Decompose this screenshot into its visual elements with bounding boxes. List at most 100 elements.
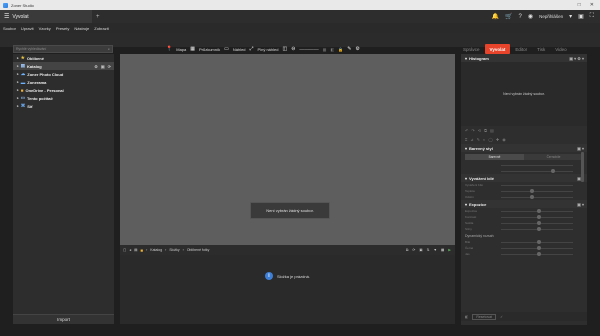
tab-editor[interactable]: Editor xyxy=(510,44,532,54)
chevron-down-icon[interactable]: ▾ xyxy=(569,13,572,20)
sort-icon[interactable]: ⇅ xyxy=(427,248,430,252)
sidebar-item-tento-pocitac[interactable]: ▸ ▭ Tento počítač xyxy=(13,94,114,102)
contrast-slider[interactable] xyxy=(501,215,573,219)
chevron-down-icon[interactable]: ▾ xyxy=(465,56,467,61)
menu-item-vzorky[interactable]: Vzorky xyxy=(39,26,51,31)
intensity-slider[interactable] xyxy=(501,169,573,173)
fullview-button[interactable]: Plný náhled xyxy=(258,47,279,52)
brightness-row[interactable]: Jas xyxy=(461,251,587,257)
tab-tisk[interactable]: Tisk xyxy=(532,44,550,54)
export-icon[interactable]: ▶ xyxy=(448,248,451,252)
chevron-right-icon[interactable]: ▸ xyxy=(17,72,19,76)
sidebar-item-zoner-cloud[interactable]: ▸ ☁ Zoner Photo Cloud xyxy=(13,70,114,78)
radial-icon[interactable]: ◯ xyxy=(488,137,492,142)
compare-icon[interactable]: ◧ xyxy=(330,47,334,52)
folder-icon[interactable]: ▣ xyxy=(101,64,105,69)
exposure-slider[interactable] xyxy=(501,209,573,213)
chevron-down-icon[interactable]: ▾ xyxy=(465,176,467,181)
menu-item-nastroje[interactable]: Nástroje xyxy=(74,26,89,31)
color-mode-toggle[interactable]: Barevně Černobíle xyxy=(465,154,583,160)
filmstrip[interactable] xyxy=(120,255,455,324)
undo-icon[interactable]: ↶ xyxy=(465,128,468,133)
import-button[interactable]: Import xyxy=(13,314,114,324)
sidebar-item-oblibene[interactable]: ▸ ★ Oblíbené xyxy=(13,54,114,62)
help-icon[interactable]: ? xyxy=(519,14,522,20)
sidebar-item-onedrive[interactable]: ▸ ■ OneDrive - Personal xyxy=(13,86,114,94)
chevron-down-icon[interactable]: ▾ xyxy=(465,202,467,207)
user-icon[interactable]: ◉ xyxy=(528,13,533,20)
search-input[interactable]: Rychlé vyhledávání ⌕ xyxy=(13,45,113,53)
apply-icon[interactable]: ✓ xyxy=(500,315,503,319)
refresh-icon[interactable]: ⟳ xyxy=(412,248,415,252)
tab-vyvolat-module[interactable]: Vyvolat xyxy=(484,44,511,54)
breadcrumb-slozky[interactable]: Složky xyxy=(169,248,179,252)
whites-slider[interactable] xyxy=(501,240,573,244)
chevron-right-icon[interactable]: ▸ xyxy=(17,64,19,68)
reset-button[interactable]: Resetovat xyxy=(472,313,497,320)
close-icon[interactable]: ✕ xyxy=(590,2,594,8)
eyedropper-icon[interactable]: ✎ xyxy=(347,46,351,52)
panel-scrollbar[interactable] xyxy=(581,152,584,182)
brush-icon[interactable]: ✎ xyxy=(477,137,480,142)
color-style-header[interactable]: ▾ Barevný styl ▣ ▾ xyxy=(461,144,587,152)
back-icon[interactable]: ◂ xyxy=(129,248,131,252)
chevron-right-icon[interactable]: ▸ xyxy=(17,104,19,108)
red-eye-icon[interactable]: ◉ xyxy=(502,137,506,142)
straighten-icon[interactable]: ⊿ xyxy=(470,137,473,142)
crop-icon[interactable]: ⌗ xyxy=(465,137,467,142)
folder-tree-icon[interactable]: ▤ xyxy=(134,248,137,252)
tint-slider[interactable] xyxy=(501,195,573,199)
map-button[interactable]: Mapa xyxy=(176,47,186,52)
bell-icon[interactable]: 🔔 xyxy=(492,13,499,20)
refresh-icon[interactable]: ⟳ xyxy=(108,64,111,69)
chevron-right-icon[interactable]: ▸ xyxy=(17,56,19,60)
histogram-options-icon[interactable]: ▣ ▾ ⚙ ▾ xyxy=(569,56,584,61)
fullscreen-icon[interactable]: ⛶ xyxy=(590,13,594,20)
chevron-down-icon[interactable]: ▾ xyxy=(465,146,467,151)
brightness-slider[interactable] xyxy=(501,252,573,256)
chevron-right-icon[interactable]: ▸ xyxy=(17,80,19,84)
menu-item-soubor[interactable]: Soubor xyxy=(3,26,16,31)
temperature-slider[interactable] xyxy=(501,189,573,193)
exposure-header[interactable]: ▾ Expozice ▣ ▾ xyxy=(461,200,587,208)
paste-settings-icon[interactable]: ▤ xyxy=(490,128,494,133)
blacks-slider[interactable] xyxy=(501,246,573,250)
tab-video[interactable]: Video xyxy=(550,44,571,54)
panel-toggle-icon[interactable]: ▢ xyxy=(123,248,126,252)
copy-settings-icon[interactable]: ⧉ xyxy=(484,128,487,133)
settings-icon[interactable]: ⚙ xyxy=(94,64,98,69)
histogram-header[interactable]: ▾ Histogram ▣ ▾ ⚙ ▾ xyxy=(461,54,587,62)
maximize-icon[interactable]: □ xyxy=(578,2,581,8)
user-status[interactable]: Nepřihlášen xyxy=(539,14,563,19)
menu-item-presety[interactable]: Presety xyxy=(56,26,70,31)
section-options-icon[interactable]: ▣ ▾ xyxy=(577,146,584,151)
display-icon[interactable]: ▣ xyxy=(578,13,584,20)
filter-icon[interactable]: ▼ xyxy=(434,248,437,252)
lock-icon[interactable]: 🔒 xyxy=(338,47,343,52)
white-balance-header[interactable]: ▾ Vyvážení bílé ▣ ▾ xyxy=(461,174,587,182)
grid-icon[interactable]: ▦ xyxy=(323,47,327,52)
menu-item-zobrazit[interactable]: Zobrazit xyxy=(94,26,108,31)
tab-vyvolat[interactable]: ☰ Vyvolat xyxy=(0,10,92,23)
mode-cernobile[interactable]: Černobíle xyxy=(524,154,583,160)
redo-icon[interactable]: ↷ xyxy=(471,128,474,133)
mode-barevne[interactable]: Barevně xyxy=(465,154,524,160)
zoom-slider[interactable]: ━━━━━━━━ xyxy=(299,47,318,52)
view-options-icon[interactable]: ▦ xyxy=(441,248,444,252)
breadcrumb-katalog[interactable]: Katalog xyxy=(150,248,162,252)
search-icon[interactable]: ⌕ xyxy=(108,47,110,51)
new-folder-icon[interactable]: ▣ xyxy=(419,248,422,252)
history-icon[interactable]: ⟲ xyxy=(478,128,481,133)
add-tab-icon[interactable]: + xyxy=(96,14,100,20)
sidebar-item-sit[interactable]: ▸ ⌘ Síť xyxy=(13,102,114,110)
explorer-button[interactable]: Průzkumník xyxy=(199,47,220,52)
before-after-icon[interactable]: ◧ xyxy=(465,315,468,319)
copy-icon[interactable]: ⧉ xyxy=(406,248,409,252)
shadows-slider[interactable] xyxy=(501,227,573,231)
tab-spravce[interactable]: Správce xyxy=(458,44,485,54)
highlights-slider[interactable] xyxy=(501,221,573,225)
chevron-right-icon[interactable]: ▸ xyxy=(17,88,19,92)
preview-button[interactable]: Náhled xyxy=(233,47,246,52)
section-options-icon[interactable]: ▣ ▾ xyxy=(577,202,584,207)
breadcrumb-oblibene-fotky[interactable]: Oblíbené fotky xyxy=(187,248,210,252)
